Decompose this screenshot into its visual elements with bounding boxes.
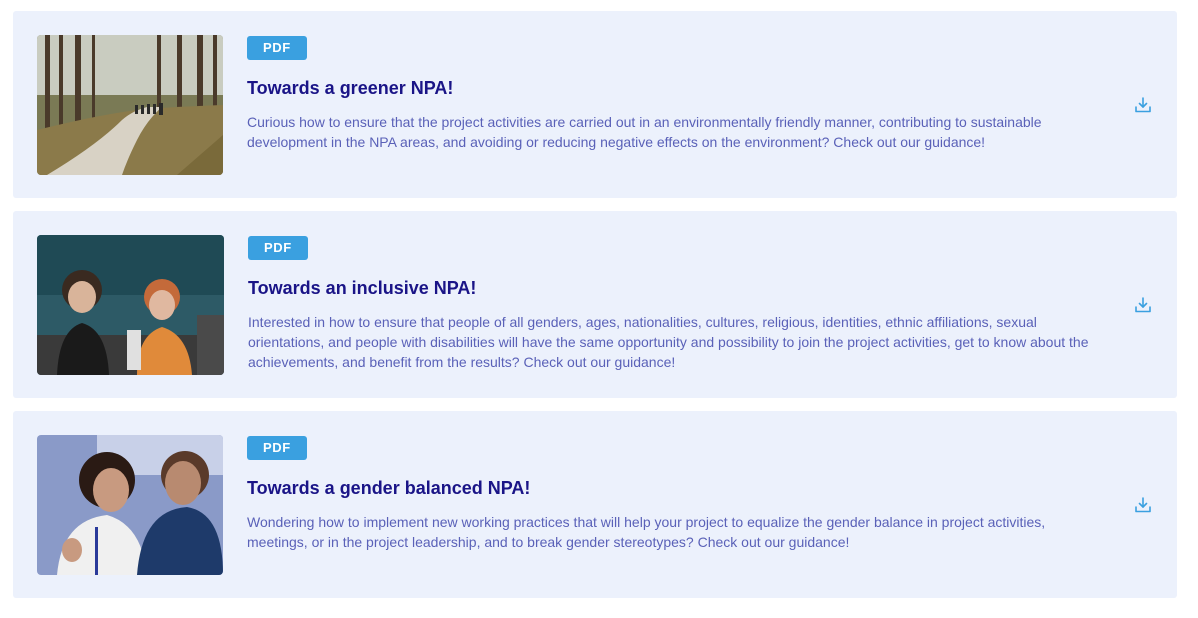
document-description: Wondering how to implement new working p…: [247, 514, 1046, 550]
pdf-badge: PDF: [248, 236, 308, 260]
conference-image[interactable]: [37, 235, 224, 375]
document-list: PDF Towards a greener NPA! Curious how t…: [0, 0, 1198, 618]
document-description: Curious how to ensure that the project a…: [247, 114, 1042, 150]
document-title[interactable]: Towards a gender balanced NPA!: [247, 477, 1097, 499]
conversation-image[interactable]: [37, 435, 223, 575]
document-card: PDF Towards a gender balanced NPA! Wonde…: [13, 411, 1177, 598]
pdf-badge: PDF: [247, 436, 307, 460]
forest-road-image[interactable]: [37, 35, 223, 175]
document-title[interactable]: Towards a greener NPA!: [247, 77, 1097, 99]
download-icon[interactable]: [1133, 95, 1153, 115]
document-card: PDF Towards an inclusive NPA! Interested…: [13, 211, 1177, 398]
document-title[interactable]: Towards an inclusive NPA!: [248, 277, 1097, 299]
download-icon[interactable]: [1133, 295, 1153, 315]
pdf-badge: PDF: [247, 36, 307, 60]
document-description: Interested in how to ensure that people …: [248, 314, 1089, 370]
download-icon[interactable]: [1133, 495, 1153, 515]
document-card: PDF Towards a greener NPA! Curious how t…: [13, 11, 1177, 198]
